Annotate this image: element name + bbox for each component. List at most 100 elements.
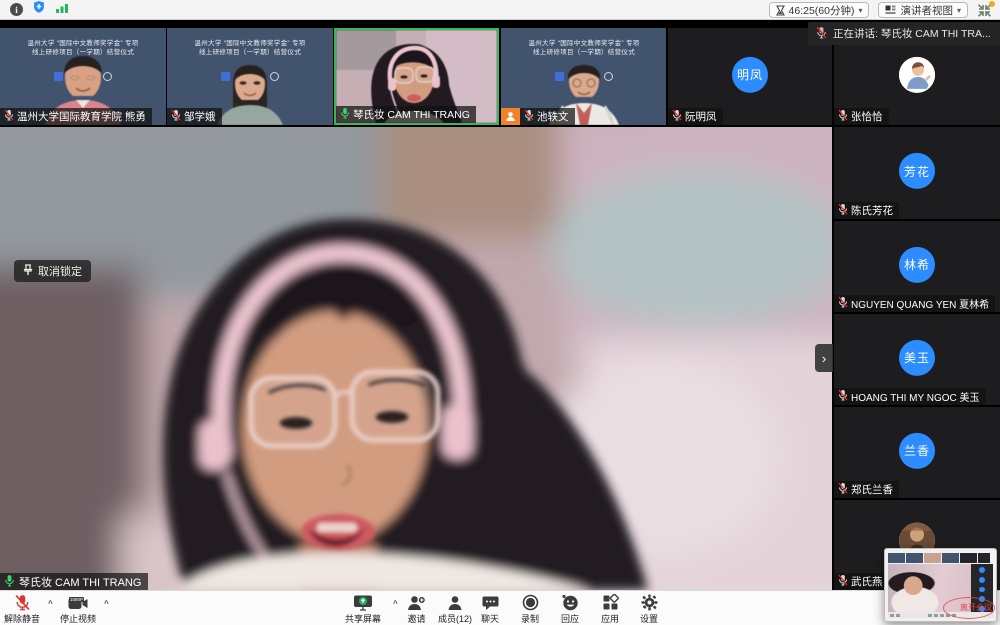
avatar: 兰香 bbox=[899, 432, 935, 468]
chat-label: 聊天 bbox=[481, 612, 499, 625]
chevron-right-icon: › bbox=[822, 351, 826, 366]
active-mic-icon bbox=[4, 574, 15, 590]
video-tile-chenshifanghua[interactable]: 芳花 陈氏芳花 bbox=[834, 127, 1000, 219]
view-mode-label: 演讲者视图 bbox=[900, 3, 953, 18]
meeting-timer-button[interactable]: 46:25(60分钟) ▾ bbox=[769, 2, 870, 18]
participant-nameplate: 池轶文 bbox=[520, 108, 575, 125]
muted-mic-icon bbox=[838, 296, 848, 311]
settings-button[interactable]: 设置 bbox=[640, 594, 658, 625]
pin-icon bbox=[23, 264, 33, 279]
share-screen-icon bbox=[353, 594, 373, 611]
video-tile-xiongyong[interactable]: 温州大学 “国际中文教师奖学金” 专项 线上研修项目（一学期）结营仪式 温州大学… bbox=[0, 28, 166, 125]
participant-name: 琴氏妆 CAM THI TRANG bbox=[353, 107, 470, 122]
chevron-down-icon: ▾ bbox=[957, 6, 961, 15]
record-button[interactable]: 录制 bbox=[521, 594, 539, 625]
info-icon[interactable]: i bbox=[10, 3, 23, 16]
muted-mic-icon bbox=[524, 109, 534, 124]
unpin-button[interactable]: 取消锁定 bbox=[14, 260, 91, 282]
active-speaker-toast: 正在讲话: 琴氏妆 CAM THI TRA... bbox=[808, 22, 1000, 45]
muted-mic-icon bbox=[171, 109, 181, 124]
muted-mic-icon bbox=[14, 594, 31, 611]
notification-dot bbox=[989, 1, 995, 7]
hourglass-icon bbox=[776, 5, 785, 16]
leave-meeting-label: 离开会议 bbox=[960, 602, 992, 613]
avatar: 林希 bbox=[899, 246, 935, 282]
reactions-label: 回应 bbox=[561, 612, 579, 625]
muted-mic-icon bbox=[672, 109, 682, 124]
reactions-button[interactable]: 回应 bbox=[561, 594, 579, 625]
video-tile-chiyiwen[interactable]: 温州大学 “国际中文教师奖学金” 专项 线上研修项目（一学期）结营仪式 池轶文 bbox=[501, 28, 667, 125]
muted-mic-icon bbox=[838, 203, 848, 218]
video-quality-badge: 1080P bbox=[69, 597, 84, 602]
chat-icon bbox=[482, 594, 499, 611]
chevron-up-icon[interactable]: ^ bbox=[48, 599, 53, 608]
participant-name: 池轶文 bbox=[537, 109, 569, 124]
participant-name: HOANG THI MY NGOC 美玉 bbox=[851, 389, 980, 404]
participant-nameplate: 郑氏兰香 bbox=[834, 481, 899, 498]
meeting-toolbar: 解除静音 ^ 1080P 停止视频 ^ 共享屏幕 ^ 邀请 bbox=[0, 590, 1000, 625]
share-screen-button[interactable]: 共享屏幕 bbox=[345, 594, 381, 625]
zoom-meeting-window: i 46:25(60分钟) ▾ 演讲者视图 ▾ bbox=[0, 0, 1000, 625]
avatar: 芳花 bbox=[899, 153, 935, 189]
apps-label: 应用 bbox=[601, 612, 619, 625]
speaker-name: 琴氏妆 CAM THI TRANG bbox=[19, 574, 141, 590]
participant-name: 陈氏芳花 bbox=[851, 203, 893, 218]
meeting-timer: 46:25(60分钟) bbox=[789, 3, 855, 18]
participant-nameplate: 琴氏妆 CAM THI TRANG bbox=[336, 106, 476, 123]
participant-name: 阮明凤 bbox=[685, 109, 717, 124]
menu-bar: i 46:25(60分钟) ▾ 演讲者视图 ▾ bbox=[0, 0, 1000, 20]
screen-share-preview-window[interactable]: 离开会议 bbox=[884, 548, 997, 622]
stop-video-label: 停止视频 bbox=[60, 612, 96, 625]
video-tile-xialinxi[interactable]: 林希 NGUYEN QUANG YEN 夏林希 bbox=[834, 221, 1000, 312]
toast-text: 正在讲话: 琴氏妆 CAM THI TRA... bbox=[833, 26, 991, 41]
chevron-up-icon[interactable]: ^ bbox=[393, 599, 398, 608]
participant-nameplate: 张恰恰 bbox=[834, 108, 889, 125]
participant-nameplate: HOANG THI MY NGOC 美玉 bbox=[834, 388, 986, 405]
share-screen-label: 共享屏幕 bbox=[345, 612, 381, 625]
muted-mic-icon bbox=[4, 109, 14, 124]
participants-label: 成员(12) bbox=[438, 612, 472, 625]
record-label: 录制 bbox=[521, 612, 539, 625]
gear-icon bbox=[641, 594, 658, 611]
muted-mic-icon bbox=[838, 482, 848, 497]
settings-label: 设置 bbox=[640, 612, 658, 625]
layout-icon bbox=[885, 5, 896, 15]
exit-fullscreen-button[interactable] bbox=[977, 3, 992, 17]
video-tile-camthitrang[interactable]: 琴氏妆 CAM THI TRANG bbox=[334, 28, 499, 125]
participant-name: NGUYEN QUANG YEN 夏林希 bbox=[851, 296, 989, 311]
participant-nameplate: 武氏燕 bbox=[834, 573, 889, 590]
record-icon bbox=[522, 594, 539, 611]
muted-mic-icon bbox=[838, 574, 848, 589]
participants-button[interactable]: 成员(12) bbox=[438, 594, 472, 625]
invite-icon bbox=[407, 594, 426, 611]
signal-icon[interactable] bbox=[55, 1, 69, 19]
stop-video-button[interactable]: 1080P 停止视频 bbox=[60, 594, 96, 625]
view-mode-button[interactable]: 演讲者视图 ▾ bbox=[878, 2, 968, 18]
speaker-nameplate: 琴氏妆 CAM THI TRANG bbox=[0, 573, 148, 590]
chevron-up-icon[interactable]: ^ bbox=[104, 599, 109, 608]
participant-name: 张恰恰 bbox=[851, 109, 883, 124]
invite-button[interactable]: 邀请 bbox=[407, 594, 426, 625]
chat-button[interactable]: 聊天 bbox=[481, 594, 499, 625]
participant-name: 郑氏兰香 bbox=[851, 482, 893, 497]
preview-filmstrip bbox=[888, 553, 990, 563]
unmute-label: 解除静音 bbox=[4, 612, 40, 625]
sidebar-toggle-button[interactable]: › bbox=[815, 344, 833, 372]
video-tile-zhengshilanxiang[interactable]: 兰香 郑氏兰香 bbox=[834, 407, 1000, 498]
participant-nameplate: 邹学娥 bbox=[167, 108, 222, 125]
video-tile-zouxuee[interactable]: 温州大学 “国际中文教师奖学金” 专项 线上研修项目（一学期）结营仪式 邹学娥 bbox=[167, 28, 333, 125]
main-speaker-video[interactable]: 取消锁定 所有人 ▾ 说点什么... ‹ 琴氏妆 CAM THI TRANG bbox=[0, 127, 832, 590]
participants-icon bbox=[447, 594, 463, 611]
avatar bbox=[899, 56, 935, 92]
unmute-button[interactable]: 解除静音 bbox=[4, 594, 40, 625]
muted-mic-icon bbox=[838, 389, 848, 404]
shield-icon[interactable] bbox=[32, 0, 46, 19]
tile-divider bbox=[333, 28, 334, 125]
participant-name: 温州大学国际教育学院 熊勇 bbox=[17, 109, 146, 124]
participant-name: 邹学娥 bbox=[184, 109, 216, 124]
apps-button[interactable]: 应用 bbox=[601, 594, 619, 625]
video-tile-meiyu[interactable]: 美玉 HOANG THI MY NGOC 美玉 bbox=[834, 314, 1000, 405]
host-badge-icon bbox=[501, 108, 520, 125]
participant-nameplate: 陈氏芳花 bbox=[834, 202, 899, 219]
invite-label: 邀请 bbox=[407, 612, 425, 625]
